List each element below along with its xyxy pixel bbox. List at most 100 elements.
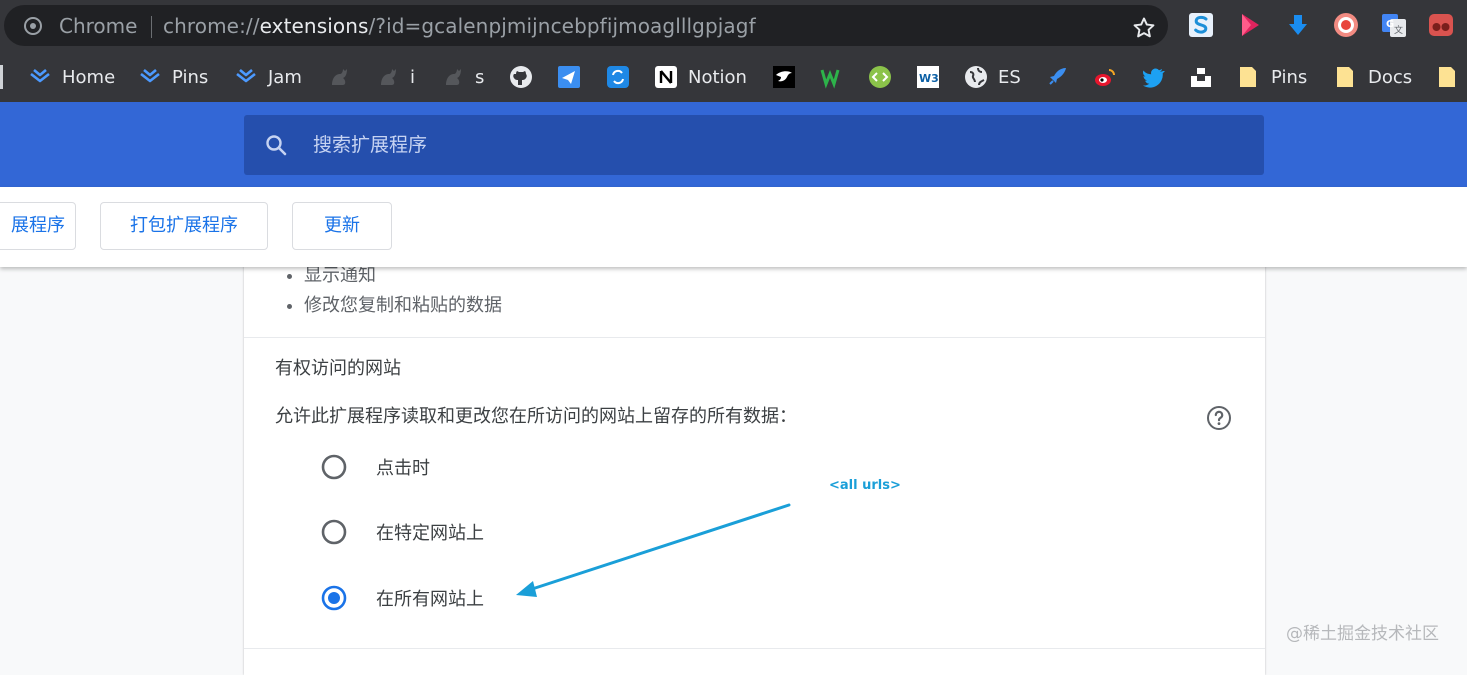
bookmark-label: Pins [172,66,209,88]
download-arrow-icon[interactable] [1285,12,1311,38]
bookmark-overflow[interactable] [0,52,14,102]
developer-toolbar: 展程序 打包扩展程序 更新 [0,187,1467,267]
bookmark-send[interactable] [557,52,581,102]
radio-unchecked-icon[interactable] [321,454,347,480]
jira-icon [236,69,256,83]
address-separator [151,16,152,38]
w3-icon: W3 [917,66,939,88]
github-icon [510,66,532,88]
folder-icon [1337,67,1353,87]
radio-unchecked-icon[interactable] [321,519,347,545]
bookmark-es[interactable]: ES [964,52,1021,102]
bookmark-bird[interactable] [772,52,796,102]
record-circle-icon[interactable] [1333,12,1359,38]
w-icon [820,69,840,89]
address-bar[interactable]: Chrome chrome://extensions/?id=gcalenpjm… [4,5,1168,46]
permission-item: 修改您复制和粘贴的数据 [304,291,502,321]
sync-icon [607,66,629,88]
bookmark-star-icon[interactable] [1131,15,1157,41]
bookmark-label: Notion [688,66,747,88]
jira-icon [140,69,160,83]
section-divider [244,337,1265,338]
google-translate-icon[interactable]: G 文 [1381,12,1407,38]
folder-icon [1439,67,1455,87]
bookmark-unsplash[interactable] [1189,52,1213,102]
search-icon [266,135,287,156]
jira-icon [30,69,50,83]
load-unpacked-button[interactable]: 展程序 [0,202,76,250]
site-access-option-all-sites[interactable]: 在所有网站上 [321,583,484,613]
send-icon [558,66,580,88]
url-path: /?id=gcalenpjmijncebpfijmoaglllgpjagf [368,14,756,38]
bookmark-label: Jam [268,66,302,88]
bookmark-w[interactable] [820,52,844,102]
bookmark-twitter[interactable] [1141,52,1165,102]
bookmark-cat-3[interactable]: s [441,52,484,102]
site-access-option-on-click[interactable]: 点击时 [321,452,430,482]
bookmark-rocket[interactable] [1045,52,1069,102]
bird-icon [773,66,795,88]
search-extensions-input[interactable]: 搜索扩展程序 [244,115,1264,175]
bookmark-github[interactable] [509,52,533,102]
globe-icon [965,66,987,88]
svg-text:W3: W3 [919,72,939,85]
cat-icon [446,69,461,85]
play-extension-icon[interactable] [1237,12,1263,38]
site-chip-label: Chrome [59,14,138,38]
bookmark-folder-docs[interactable]: Docs [1334,52,1412,102]
bookmark-sync[interactable] [606,52,630,102]
permissions-list: 显示通知 修改您复制和粘贴的数据 [284,261,502,321]
weibo-icon [1095,69,1115,86]
annotation-label: <all urls> [829,478,901,493]
code-icon [869,66,891,88]
help-icon[interactable] [1206,405,1232,431]
bookmark-jam[interactable]: Jam [234,52,302,102]
folder-icon [1240,67,1256,87]
rocket-icon [1049,68,1066,85]
bookmark-code[interactable] [868,52,892,102]
extensions-header: 搜索扩展程序 [0,102,1467,187]
chrome-logo-icon [24,17,42,35]
url-host: extensions [259,14,369,38]
radio-label: 点击时 [376,458,430,479]
site-access-heading: 有权访问的网站 [275,358,401,379]
update-button[interactable]: 更新 [292,202,392,250]
notion-icon [655,66,677,88]
pack-extension-button[interactable]: 打包扩展程序 [100,202,268,250]
bookmark-folder-more[interactable] [1436,52,1460,102]
extension-detail-card: 显示通知 修改您复制和粘贴的数据 有权访问的网站 允许此扩展程序读取和更改您在所… [244,255,1265,675]
url-text[interactable]: chrome://extensions/?id=gcalenpjmijncebp… [163,14,756,38]
svg-text:文: 文 [1394,24,1403,36]
cat-icon [332,69,347,85]
svg-text:G: G [1386,19,1394,30]
url-scheme: chrome:// [163,14,260,38]
bookmark-label: s [475,66,485,88]
bookmark-label: i [410,66,416,88]
unsplash-icon [1191,68,1211,87]
bookmark-home[interactable]: Home [28,52,115,102]
s-extension-icon[interactable] [1188,12,1214,38]
bookmark-label: Docs [1368,66,1413,88]
section-divider [244,648,1265,649]
bookmark-cat-2[interactable]: i [376,52,415,102]
bookmark-label: ES [998,66,1021,88]
bookmark-label: Home [62,66,116,88]
bookmark-weibo[interactable] [1093,52,1117,102]
site-access-option-specific-sites[interactable]: 在特定网站上 [321,517,484,547]
bookmarks-bar: Home Pins Jam i s Notion W3 ES Pins Docs [0,52,1467,102]
radio-label: 在所有网站上 [376,589,484,610]
incognito-mask-icon[interactable] [1428,12,1454,38]
bookmark-folder-pins[interactable]: Pins [1237,52,1307,102]
cat-icon [381,69,396,85]
watermark-text: @稀土掘金技术社区 [1286,624,1439,644]
annotation-arrow [516,503,791,597]
bookmark-pins[interactable]: Pins [138,52,208,102]
bookmark-w3[interactable]: W3 [916,52,940,102]
bookmark-notion[interactable]: Notion [654,52,747,102]
radio-checked-icon[interactable] [321,585,347,611]
browser-toolbar: Chrome chrome://extensions/?id=gcalenpjm… [0,0,1467,52]
bookmark-cat-1[interactable] [327,52,361,102]
twitter-icon [1143,68,1165,88]
radio-label: 在特定网站上 [376,523,484,544]
site-access-description: 允许此扩展程序读取和更改您在所访问的网站上留存的所有数据： [275,406,797,427]
